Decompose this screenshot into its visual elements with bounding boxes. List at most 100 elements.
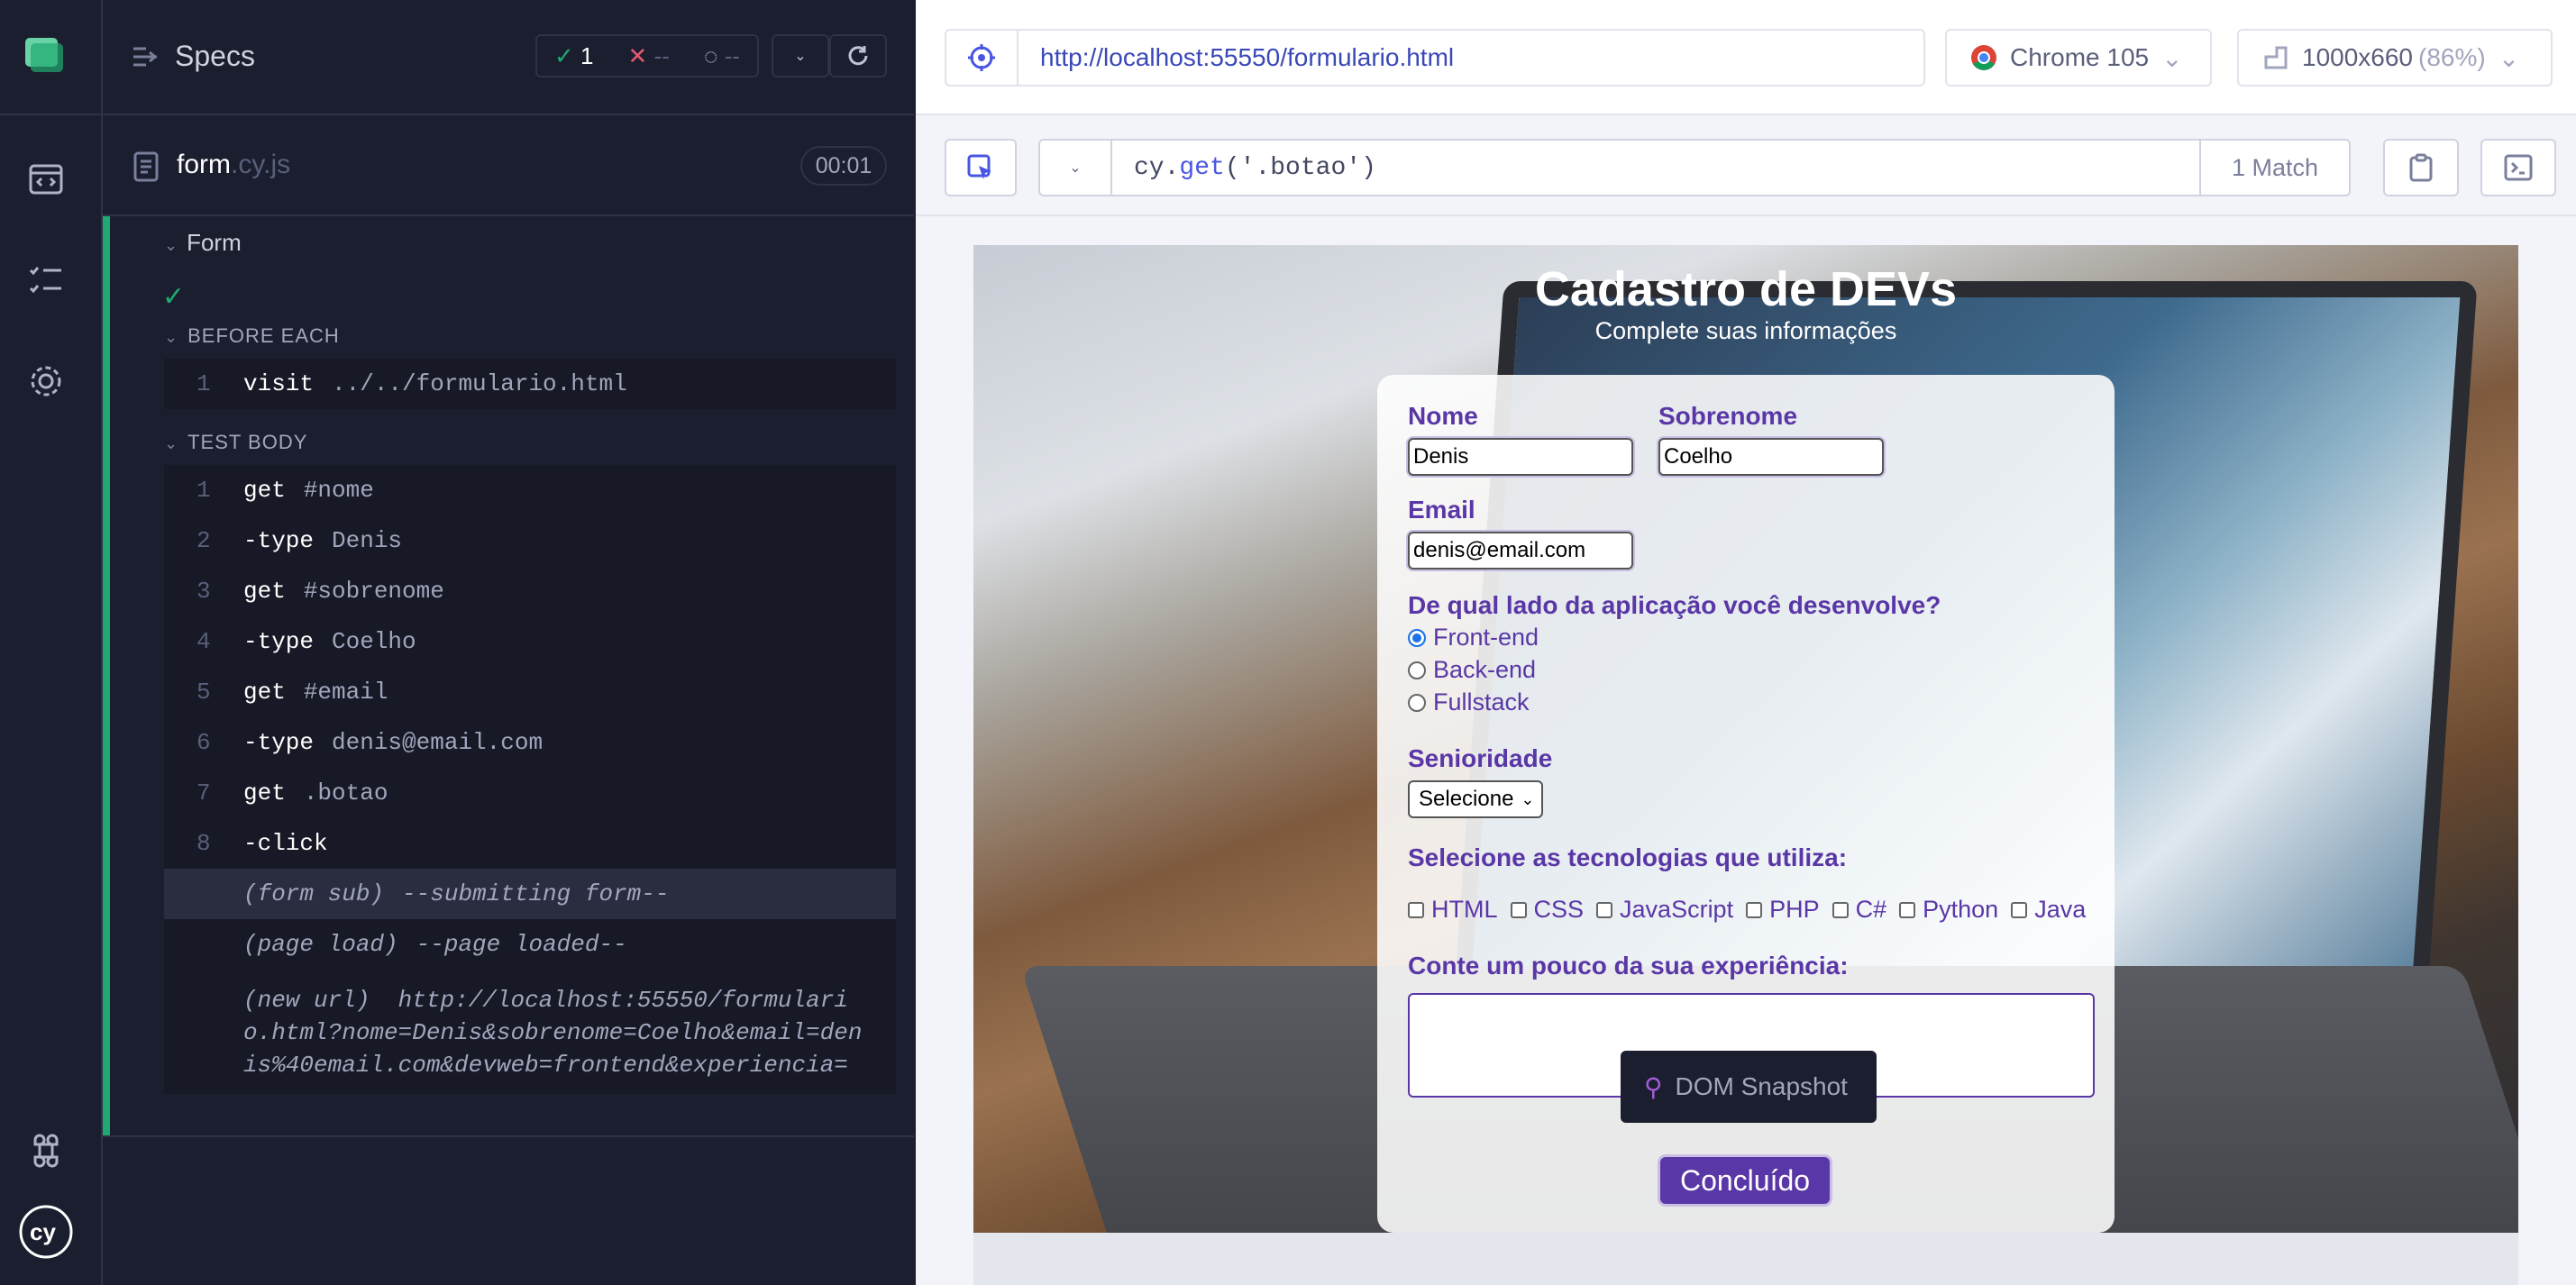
command-row[interactable]: 8 -click [164,818,896,869]
cursor-select-icon [967,154,991,179]
specs-label: Specs [175,40,255,72]
senioridade-label: Senioridade [1408,744,1553,772]
before-each-section[interactable]: ⌄ BEFORE EACH [164,324,340,348]
sobrenome-label: Sobrenome [1658,402,1798,430]
test-passed-check-icon: ✓ [162,282,186,312]
sobrenome-input[interactable]: Coelho [1658,438,1884,476]
submit-button[interactable]: Concluído [1660,1157,1830,1204]
checkbox-javascript[interactable] [1596,901,1613,918]
pending-icon: ◌ [703,41,718,69]
radio-fullstack[interactable]: Fullstack [1408,688,1530,716]
browser-selector[interactable]: Chrome 105 ⌄ [1945,29,2212,87]
x-icon: ✕ [627,41,648,69]
event-row-new-url[interactable]: (new url) http://localhost:55550/formula… [164,970,896,1094]
options-dropdown-button[interactable]: ⌄ [772,34,829,77]
specs-toggle[interactable]: Specs [132,40,255,73]
checkbox-java[interactable] [2011,901,2028,918]
failed-stat: ✕ -- [627,41,670,69]
refresh-icon [848,46,868,66]
svg-text:cy: cy [30,1218,56,1245]
pending-stat: ◌ -- [703,41,740,69]
selector-input[interactable]: ⌄ cy.get('.botao') 1 Match [1038,139,2351,196]
print-to-console-button[interactable] [2480,139,2556,196]
pin-icon: ⚲ [1644,1072,1663,1101]
event-row-form-submit[interactable]: (form sub) --submitting form-- [164,869,896,919]
ruler-icon [2264,46,2288,69]
selector-picker-button[interactable] [945,139,1017,196]
spec-file-header: form.cy.js 00:01 [103,117,914,216]
nome-label: Nome [1408,402,1478,430]
viewport-selector[interactable]: 1000x660 (86%) ⌄ [2237,29,2553,87]
passed-stat: ✓ 1 [554,41,594,69]
checkbox-css[interactable] [1510,901,1527,918]
copy-selector-button[interactable] [2383,139,2459,196]
radio-front-end[interactable]: Front-end [1408,624,1539,652]
chevron-down-icon: ⌄ [2498,43,2520,72]
checkbox-python[interactable] [1899,901,1916,918]
chevron-down-icon: ⌄ [164,434,179,452]
command-row[interactable]: 3 get #sobrenome [164,566,896,616]
reporter-header: Specs ✓ 1 ✕ -- ◌ -- ⌄ [103,0,914,115]
duration-badge: 00:01 [800,146,887,186]
keyboard-shortcuts-icon[interactable] [27,1132,65,1170]
new-url-label: (new url) [243,987,370,1014]
rerun-button[interactable] [829,34,887,77]
aut-header: http://localhost:55550/formulario.html C… [916,0,2576,115]
test-body-section[interactable]: ⌄ TEST BODY [164,431,307,454]
page-title: Cadastro de DEVs [1534,262,1958,316]
checkbox-csharp[interactable] [1832,901,1849,918]
command-row[interactable]: 5 get #email [164,667,896,717]
checkbox-php[interactable] [1746,901,1763,918]
clipboard-icon [2409,153,2433,182]
tech-question: Selecione as tecnologias que utiliza: [1408,843,1848,871]
cy-logo-icon[interactable]: cy [18,1204,74,1260]
senioridade-select[interactable]: Selecione ⌄ [1408,780,1543,818]
command-row[interactable]: 4 -type Coelho [164,616,896,667]
test-block: ⌄ Form ✓ ⌄ BEFORE EACH 1 visit ../../formu… [103,216,914,1135]
reporter-divider [103,1135,914,1137]
suite-title[interactable]: ⌄ Form [164,229,242,257]
chevron-down-icon: ⌄ [164,328,179,346]
app-under-test-panel: http://localhost:55550/formulario.html C… [916,0,2576,1285]
chrome-icon [1971,45,1996,70]
radio-checked-icon [1408,628,1426,647]
radio-icon [1408,661,1426,679]
command-row[interactable]: 7 get .botao [164,768,896,818]
chevron-down-icon: ⌄ [794,49,807,64]
command-row[interactable]: 1 get #nome [164,465,896,515]
test-stats: ✓ 1 ✕ -- ◌ -- [535,34,759,77]
console-icon [2504,154,2533,181]
runs-icon[interactable] [27,261,65,299]
url-bar[interactable]: http://localhost:55550/formulario.html [945,29,1925,87]
tech-checkboxes: HTML CSS JavaScript PHP C# Python Java [1408,896,2091,924]
side-nav: cy [0,0,103,1285]
nome-input[interactable]: Denis [1408,438,1633,476]
selector-playground: ⌄ cy.get('.botao') 1 Match [916,117,2576,216]
event-row-page-load[interactable]: (page load) --page loaded-- [164,919,896,970]
experience-label: Conte um pouco da sua experiência: [1408,952,1849,980]
chevron-down-icon: ⌄ [164,236,178,254]
crosshair-icon[interactable] [946,31,1019,85]
email-input[interactable]: denis@email.com [1408,532,1633,570]
dom-snapshot-tooltip: ⚲ DOM Snapshot [1621,1051,1877,1123]
match-count: 1 Match [2199,141,2349,195]
spec-file-name: form.cy.js [177,150,291,179]
selector-code: cy.get('.botao') [1134,153,1376,182]
specs-icon[interactable] [27,160,65,198]
radio-back-end[interactable]: Back-end [1408,656,1536,684]
side-question: De qual lado da aplicação você desenvolv… [1408,591,1941,619]
checkbox-html[interactable] [1408,901,1424,918]
command-row[interactable]: 1 visit ../../formulario.html [164,359,896,409]
page-subtitle: Complete suas informações [1594,317,1897,344]
form-card: Nome Denis Sobrenome Coelho Email denis@… [1377,375,2115,1233]
nav-divider [0,114,103,115]
aut-iframe: Cadastro de DEVs Complete suas informaçõ… [973,245,2518,1233]
url-text: http://localhost:55550/formulario.html [1040,43,1455,71]
cypress-logo-icon[interactable] [23,34,65,76]
specs-menu-icon [133,47,158,66]
command-row[interactable]: 2 -type Denis [164,515,896,566]
chevron-down-icon[interactable]: ⌄ [1040,141,1112,195]
radio-icon [1408,693,1426,712]
settings-icon[interactable] [27,362,65,400]
command-row[interactable]: 6 -type denis@email.com [164,717,896,768]
